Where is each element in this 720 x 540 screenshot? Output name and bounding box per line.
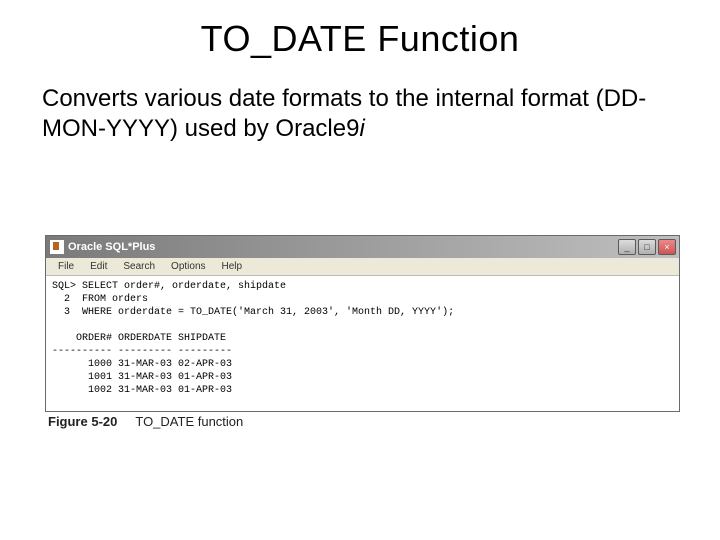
menubar: File Edit Search Options Help — [46, 258, 679, 276]
body-text-c: i — [359, 115, 364, 142]
figure-caption: Figure 5-20 TO_DATE function — [48, 414, 243, 429]
app-icon — [50, 240, 64, 254]
menu-search[interactable]: Search — [115, 259, 163, 274]
minimize-button[interactable]: _ — [618, 239, 636, 255]
body-text-a: Converts various date formats to the int… — [42, 85, 646, 142]
window-title: Oracle SQL*Plus — [68, 241, 614, 253]
menu-options[interactable]: Options — [163, 259, 213, 274]
window-controls: _ □ × — [618, 239, 679, 255]
close-button[interactable]: × — [658, 239, 676, 255]
maximize-button[interactable]: □ — [638, 239, 656, 255]
menu-edit[interactable]: Edit — [82, 259, 115, 274]
figure-label: TO_DATE function — [135, 414, 243, 429]
menu-file[interactable]: File — [50, 259, 82, 274]
terminal-output: SQL> SELECT order#, orderdate, shipdate … — [46, 276, 679, 411]
menu-help[interactable]: Help — [214, 259, 251, 274]
window-titlebar: Oracle SQL*Plus _ □ × — [46, 236, 679, 258]
figure-number: Figure 5-20 — [48, 414, 117, 429]
body-text-b: 9 — [346, 115, 359, 142]
slide-title: TO_DATE Function — [0, 0, 720, 84]
sqlplus-window: Oracle SQL*Plus _ □ × File Edit Search O… — [45, 235, 680, 412]
slide-body: Converts various date formats to the int… — [0, 84, 720, 144]
